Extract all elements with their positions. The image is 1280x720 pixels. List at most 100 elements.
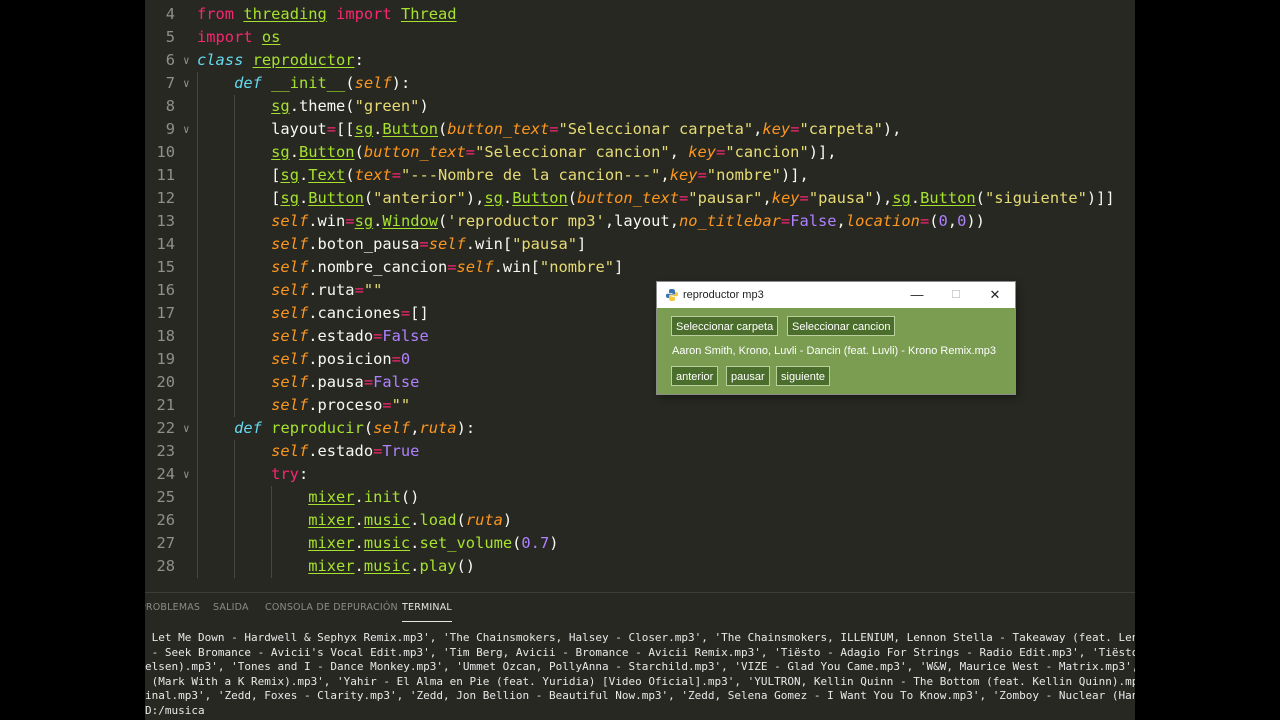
code-token: mixer xyxy=(308,534,355,552)
code-text: self.canciones=[] xyxy=(197,302,429,325)
code-line[interactable]: 22 ∨ def reproducir(self,ruta): xyxy=(145,417,1135,440)
code-token: music xyxy=(363,557,411,575)
tab-problemas[interactable]: PROBLEMAS xyxy=(145,602,200,613)
code-token: init xyxy=(363,488,401,506)
code-line[interactable]: 25 mixer.init() xyxy=(145,486,1135,509)
code-token: text xyxy=(354,166,392,184)
code-token: self xyxy=(271,235,309,253)
fold-chevron-icon[interactable]: ∨ xyxy=(183,72,190,95)
code-token: .theme( xyxy=(289,97,355,115)
code-token: ): xyxy=(456,419,476,437)
code-token: = xyxy=(354,281,364,299)
code-token: ( xyxy=(438,120,448,138)
terminal-output[interactable]: Let Me Down - Hardwell & Sephyx Remix.mp… xyxy=(145,630,1135,720)
terminal-line: Let Me Down - Hardwell & Sephyx Remix.mp… xyxy=(145,631,1135,644)
tab-salida[interactable]: SALIDA xyxy=(213,602,249,613)
code-line[interactable]: 14 self.boton_pausa=self.win["pausa"] xyxy=(145,233,1135,256)
code-token: load xyxy=(419,511,457,529)
terminal-line: (Mark With a K Remix).mp3', 'Yahir - El … xyxy=(145,674,1135,688)
fold-chevron-icon[interactable]: ∨ xyxy=(183,417,190,440)
code-text: try: xyxy=(197,463,308,486)
fold-chevron-icon[interactable]: ∨ xyxy=(183,463,190,486)
code-token: ] xyxy=(614,258,624,276)
terminal-line: D:/musica xyxy=(145,704,205,717)
code-token: ( xyxy=(929,212,939,230)
code-line[interactable]: 26 mixer.music.load(ruta) xyxy=(145,509,1135,532)
maximize-button[interactable]: ☐ xyxy=(936,282,976,308)
fold-chevron-icon[interactable]: ∨ xyxy=(183,118,190,141)
seleccionar-carpeta-button[interactable]: Seleccionar carpeta xyxy=(671,316,779,336)
code-text: mixer.music.play() xyxy=(197,555,475,578)
code-token: . xyxy=(298,189,309,207)
code-text: self.estado=False xyxy=(197,325,429,348)
code-line[interactable]: 12 [sg.Button("anterior"),sg.Button(butt… xyxy=(145,187,1135,210)
code-line[interactable]: 11 [sg.Text(text="---Nombre de la cancio… xyxy=(145,164,1135,187)
code-line[interactable]: 5 import os xyxy=(145,26,1135,49)
code-token: .proceso xyxy=(308,396,383,414)
python-icon xyxy=(666,289,678,301)
code-token: def xyxy=(234,74,262,92)
code-line[interactable]: 8 sg.theme("green") xyxy=(145,95,1135,118)
code-token: self xyxy=(271,327,309,345)
code-line[interactable]: 15 self.nombre_cancion=self.win["nombre"… xyxy=(145,256,1135,279)
code-token: location xyxy=(845,212,920,230)
tab-terminal[interactable]: TERMINAL xyxy=(402,602,452,622)
fold-chevron-icon[interactable]: ∨ xyxy=(183,49,190,72)
code-line[interactable]: 23 self.estado=True xyxy=(145,440,1135,463)
code-token: Button xyxy=(382,120,439,138)
code-line[interactable]: 28 mixer.music.play() xyxy=(145,555,1135,578)
code-token: self xyxy=(271,212,309,230)
code-token: . xyxy=(502,189,513,207)
seleccionar-cancion-button[interactable]: Seleccionar cancion xyxy=(787,316,896,336)
code-token: "---Nombre de la cancion---" xyxy=(400,166,661,184)
code-token: key xyxy=(688,143,717,161)
window-titlebar[interactable]: reproductor mp3 — ☐ ✕ xyxy=(657,282,1015,308)
anterior-button[interactable]: anterior xyxy=(671,366,719,386)
close-button[interactable]: ✕ xyxy=(975,282,1015,308)
line-number: 24 xyxy=(156,465,175,483)
code-token: self xyxy=(271,304,309,322)
code-token: sg xyxy=(354,212,374,230)
code-line[interactable]: 7 ∨ def __init__(self): xyxy=(145,72,1135,95)
code-token: "pausa" xyxy=(512,235,577,253)
code-token: .estado xyxy=(308,442,374,460)
tab-consola-depuracion[interactable]: CONSOLA DE DEPURACIÓN xyxy=(265,602,398,613)
reproductor-window: reproductor mp3 — ☐ ✕ Seleccionar carpet… xyxy=(657,282,1015,394)
code-token: Text xyxy=(308,166,346,184)
code-token: import xyxy=(336,5,392,23)
code-token: .pausa xyxy=(308,373,364,391)
code-token: ): xyxy=(391,74,411,92)
code-token: "anterior" xyxy=(373,189,466,207)
code-token: "siguiente" xyxy=(984,189,1087,207)
code-line[interactable]: 21 self.proceso="" xyxy=(145,394,1135,417)
code-token: )) xyxy=(966,212,985,230)
code-token: = xyxy=(780,212,791,230)
code-line[interactable]: 4 from threading import Thread xyxy=(145,3,1135,26)
code-token: Button xyxy=(920,189,976,207)
code-token: 0.7 xyxy=(521,534,550,552)
code-token: .estado xyxy=(308,327,374,345)
line-number: 8 xyxy=(165,97,175,115)
code-token: "pausa" xyxy=(808,189,874,207)
minimize-button[interactable]: — xyxy=(897,282,937,308)
pausar-button[interactable]: pausar xyxy=(726,366,770,386)
code-line[interactable]: 27 mixer.music.set_volume(0.7) xyxy=(145,532,1135,555)
code-text: mixer.music.load(ruta) xyxy=(197,509,512,532)
code-line[interactable]: 13 self.win=sg.Window('reproductor mp3',… xyxy=(145,210,1135,233)
code-line[interactable]: 6 ∨ class reproductor: xyxy=(145,49,1135,72)
code-token: False xyxy=(790,212,837,230)
code-line[interactable]: 9 ∨ layout=[[sg.Button(button_text="Selec… xyxy=(145,118,1135,141)
siguiente-button[interactable]: siguiente xyxy=(776,366,831,386)
code-line[interactable]: 10 sg.Button(button_text="Seleccionar ca… xyxy=(145,141,1135,164)
code-token: __init__ xyxy=(271,74,346,92)
code-token: self xyxy=(271,258,309,276)
code-token: button_text xyxy=(447,120,550,138)
code-line[interactable]: 24 ∨ try: xyxy=(145,463,1135,486)
